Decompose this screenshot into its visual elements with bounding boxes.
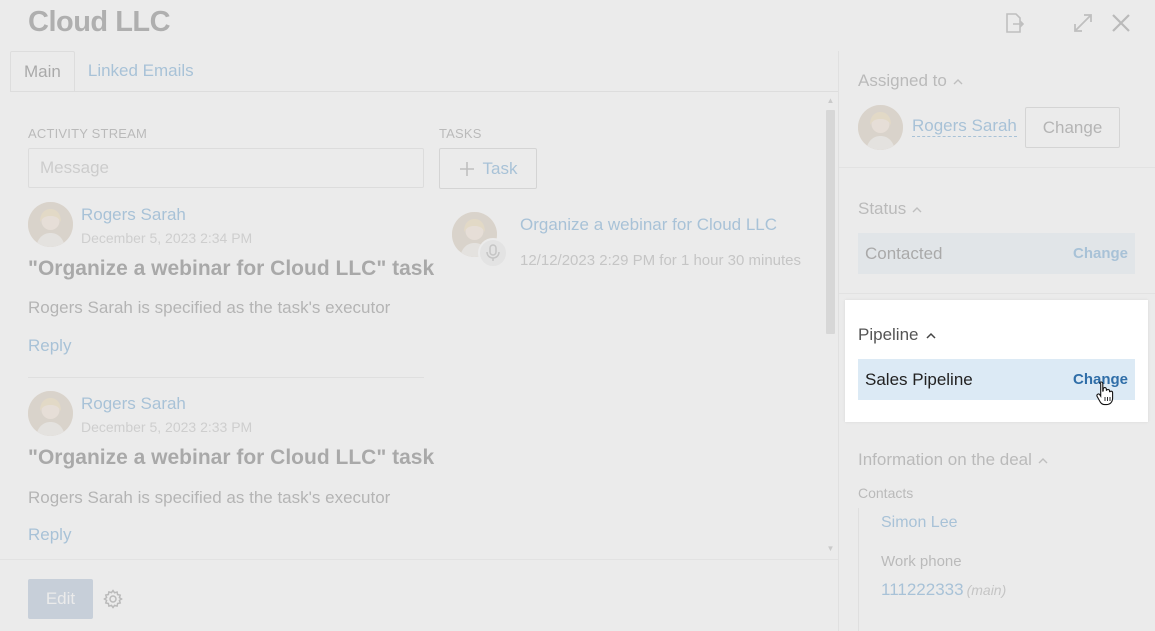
- tab-bar: Main Linked Emails: [10, 51, 207, 92]
- status-title-label: Status: [858, 199, 907, 218]
- activity-body: Rogers Sarah is specified as the task's …: [28, 298, 391, 317]
- activity-timestamp: December 5, 2023 2:34 PM: [81, 230, 253, 246]
- scrollbar-thumb[interactable]: [826, 110, 835, 334]
- footer-bar: Edit: [0, 559, 838, 631]
- contact-name-link[interactable]: Simon Lee: [881, 514, 958, 532]
- edit-button[interactable]: Edit: [28, 579, 93, 619]
- contact-divider: [858, 508, 859, 631]
- sidebar-divider: [839, 167, 1155, 168]
- activity-timestamp: December 5, 2023 2:33 PM: [81, 419, 253, 435]
- assigned-section-title[interactable]: Assigned to: [858, 71, 963, 91]
- page-title: Cloud LLC: [28, 6, 171, 38]
- status-value: Contacted: [865, 243, 943, 263]
- chevron-up-icon: [925, 332, 936, 339]
- activity-author[interactable]: Rogers Sarah: [81, 205, 186, 225]
- status-section-title[interactable]: Status: [858, 199, 922, 219]
- deal-page: Cloud LLC Main Linked Emails ACTIVITY ST…: [0, 0, 1155, 631]
- scroll-down-icon[interactable]: ▼: [826, 545, 835, 553]
- change-status-link[interactable]: Change: [1073, 245, 1128, 262]
- info-title-label: Information on the deal: [858, 450, 1032, 469]
- activity-stream-label: ACTIVITY STREAM: [28, 126, 148, 141]
- change-pipeline-link[interactable]: Change: [1073, 371, 1128, 388]
- add-task-label: Task: [482, 158, 518, 178]
- pipeline-field: Sales Pipeline Change: [858, 359, 1135, 400]
- reply-link[interactable]: Reply: [28, 336, 71, 356]
- reply-link[interactable]: Reply: [28, 525, 71, 545]
- pipeline-card: Pipeline Sales Pipeline Change: [845, 300, 1148, 422]
- activity-title: "Organize a webinar for Cloud LLC" task: [28, 446, 435, 469]
- expand-icon[interactable]: [1070, 10, 1096, 36]
- chevron-up-icon: [953, 78, 963, 84]
- close-icon[interactable]: [1108, 10, 1134, 36]
- add-task-button[interactable]: Task: [439, 148, 537, 189]
- phone-tag: (main): [966, 582, 1007, 598]
- main-panel: ACTIVITY STREAM Rogers Sarah December 5,…: [0, 92, 838, 559]
- info-section-title[interactable]: Information on the deal: [858, 450, 1048, 470]
- avatar: [28, 202, 73, 247]
- plus-icon: [459, 161, 474, 176]
- avatar: [28, 391, 73, 436]
- microphone-icon: [478, 238, 508, 268]
- chevron-up-icon: [1038, 457, 1048, 463]
- assignee-link[interactable]: Rogers Sarah: [912, 116, 1017, 137]
- sidebar-divider: [839, 293, 1155, 294]
- contacts-label: Contacts: [858, 485, 914, 501]
- pipeline-value: Sales Pipeline: [865, 369, 973, 389]
- task-title[interactable]: Organize a webinar for Cloud LLC: [520, 215, 777, 235]
- activity-body: Rogers Sarah is specified as the task's …: [28, 488, 391, 507]
- pipeline-title-label: Pipeline: [858, 325, 919, 344]
- assigned-title-label: Assigned to: [858, 71, 947, 90]
- tab-main[interactable]: Main: [10, 51, 75, 92]
- change-assignee-button[interactable]: Change: [1025, 107, 1120, 148]
- activity-title: "Organize a webinar for Cloud LLC" task: [28, 257, 435, 280]
- work-phone-label: Work phone: [881, 553, 962, 570]
- avatar: [858, 105, 903, 150]
- activity-author[interactable]: Rogers Sarah: [81, 394, 186, 414]
- chevron-up-icon: [912, 206, 922, 212]
- task-meta: 12/12/2023 2:29 PM for 1 hour 30 minutes: [520, 252, 802, 269]
- pipeline-section-title[interactable]: Pipeline: [858, 325, 936, 345]
- gear-icon[interactable]: [103, 589, 123, 609]
- work-phone-value: 111222333 (main): [881, 580, 1006, 600]
- scroll-up-icon[interactable]: ▲: [826, 97, 835, 105]
- sidebar-border: [838, 51, 839, 631]
- message-input[interactable]: [28, 148, 424, 188]
- status-field: Contacted Change: [858, 233, 1135, 274]
- work-phone-link[interactable]: 111222333: [881, 580, 964, 599]
- export-icon[interactable]: [1001, 10, 1027, 36]
- activity-divider: [28, 377, 424, 378]
- tab-linked-emails[interactable]: Linked Emails: [75, 51, 207, 92]
- tasks-label: TASKS: [439, 126, 482, 141]
